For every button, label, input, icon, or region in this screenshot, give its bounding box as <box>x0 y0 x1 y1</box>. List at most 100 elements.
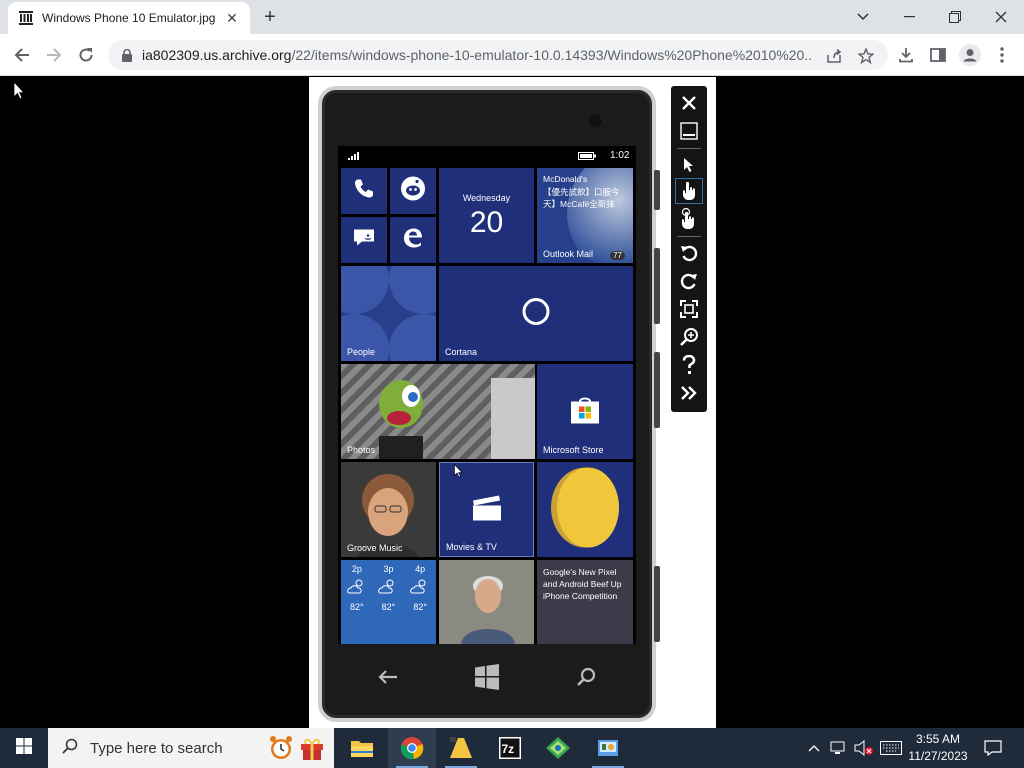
download-icon[interactable] <box>894 43 918 67</box>
volume-up-button[interactable] <box>654 170 660 210</box>
tile-news-photo[interactable] <box>439 560 534 644</box>
gift-icon <box>300 735 324 766</box>
sticky-folder-icon[interactable] <box>437 728 485 768</box>
tile-people[interactable]: People <box>341 266 436 361</box>
tile-weather[interactable]: 2p 3p 4p 82° 82° 82° <box>341 560 436 644</box>
cortana-circle-icon <box>521 296 551 331</box>
tile-calendar[interactable]: Wednesday 20 <box>439 168 534 263</box>
taskbar-clock[interactable]: 3:55 AM 11/27/2023 <box>905 731 971 765</box>
fit-to-screen-icon[interactable] <box>675 296 703 322</box>
network-icon[interactable] <box>828 728 850 768</box>
windows-taskbar: Type here to search 7z 3:55 AM 11/27/202… <box>0 728 1024 768</box>
person-photo-image <box>459 568 517 644</box>
zoom-icon[interactable] <box>675 324 703 350</box>
toolbar-separator <box>677 236 701 237</box>
calendar-day: Wednesday <box>462 193 511 203</box>
signal-icon <box>348 152 360 163</box>
forward-arrow-icon[interactable] <box>42 43 66 67</box>
address-bar[interactable]: ia802309.us.archive.org/22/items/windows… <box>108 40 888 70</box>
tile-cortana[interactable]: Cortana <box>439 266 633 361</box>
bookmark-star-icon[interactable] <box>856 46 876 66</box>
file-explorer-icon[interactable] <box>338 728 386 768</box>
minimize-icon[interactable] <box>886 0 932 34</box>
photos-label: Photos <box>347 445 376 455</box>
battery-icon <box>578 152 596 163</box>
tab-title: Windows Phone 10 Emulator.jpg <box>42 11 216 25</box>
search-icon[interactable] <box>571 662 601 692</box>
power-button[interactable] <box>654 352 660 428</box>
volume-muted-icon[interactable] <box>852 728 876 768</box>
camera-button[interactable] <box>654 566 660 642</box>
tile-messaging[interactable] <box>341 217 387 263</box>
weather-hours: 2p 3p 4p <box>341 564 436 574</box>
notification-center-icon[interactable] <box>978 728 1008 768</box>
tile-edge[interactable] <box>390 217 436 263</box>
7zip-icon[interactable]: 7z <box>486 728 534 768</box>
weather-temps: 82° 82° 82° <box>341 602 436 612</box>
emulator-toolbar <box>671 86 707 412</box>
show-hidden-icons-chevron-icon[interactable] <box>804 728 824 768</box>
toolbar-separator <box>677 148 701 149</box>
minimize-icon[interactable] <box>675 118 703 144</box>
single-touch-icon[interactable] <box>675 178 703 204</box>
url-text[interactable]: ia802309.us.archive.org/22/items/windows… <box>142 47 812 63</box>
close-window-icon[interactable] <box>978 0 1024 34</box>
browser-tab[interactable]: Windows Phone 10 Emulator.jpg ✕ <box>8 2 250 34</box>
partly-cloudy-icon <box>409 578 431 599</box>
people-label: People <box>347 347 376 357</box>
archive-favicon-icon <box>18 10 34 26</box>
keyboard-icon[interactable] <box>878 728 904 768</box>
partly-cloudy-icon <box>346 578 368 599</box>
url-path: /22/items/windows-phone-10-emulator-10.0… <box>291 47 812 63</box>
close-icon[interactable] <box>675 90 703 116</box>
lock-icon[interactable] <box>120 48 134 62</box>
more-menu-icon[interactable] <box>990 43 1014 67</box>
search-placeholder: Type here to search <box>90 739 223 757</box>
people-pattern <box>389 266 436 314</box>
expand-tools-icon[interactable] <box>675 380 703 406</box>
tile-outlook-mail[interactable]: McDonald's 【優先試飲】口服今 天】McCafé全新抹 Outlook… <box>537 168 633 263</box>
taskbar-search-box[interactable]: Type here to search <box>48 728 334 768</box>
pointer-mode-icon[interactable] <box>675 152 703 178</box>
restore-icon[interactable] <box>932 0 978 34</box>
help-icon[interactable] <box>675 352 703 378</box>
side-panel-icon[interactable] <box>926 43 950 67</box>
calendar-date: 20 <box>469 206 504 239</box>
tab-search-chevron-icon[interactable] <box>840 0 886 34</box>
tile-photos[interactable]: Photos <box>341 364 535 459</box>
profile-avatar-icon[interactable] <box>958 43 982 67</box>
tile-groove-music[interactable]: Groove Music <box>341 462 436 557</box>
puppet-image <box>371 376 431 459</box>
back-arrow-icon[interactable] <box>373 662 403 692</box>
tile-coin-game[interactable] <box>537 462 633 557</box>
phone-clock: 1:02 <box>610 150 630 161</box>
svg-text:7z: 7z <box>502 742 515 756</box>
reload-icon[interactable] <box>74 43 98 67</box>
multi-touch-icon[interactable] <box>675 206 703 232</box>
back-arrow-icon[interactable] <box>10 43 34 67</box>
chrome-icon[interactable] <box>388 728 436 768</box>
tile-news[interactable]: Google's New Pixel and Android Beef Up i… <box>537 560 633 644</box>
share-icon[interactable] <box>824 46 844 66</box>
outlook-badge: 77 <box>610 251 625 260</box>
windows-start-icon[interactable] <box>472 662 502 692</box>
control-panel-icon[interactable] <box>584 728 632 768</box>
phone-nav-bar <box>338 646 636 708</box>
tile-reddit[interactable] <box>390 168 436 214</box>
weather-hour: 4p <box>415 564 426 574</box>
weather-hour: 3p <box>383 564 394 574</box>
network-globe-icon[interactable] <box>534 728 582 768</box>
people-pattern <box>341 266 389 314</box>
volume-down-button[interactable] <box>654 248 660 324</box>
tile-phone[interactable] <box>341 168 387 214</box>
tab-close-icon[interactable]: ✕ <box>224 10 240 27</box>
outlook-preview-sender: McDonald's <box>543 174 588 184</box>
new-tab-button[interactable]: + <box>258 6 282 28</box>
weather-temp: 82° <box>381 602 396 612</box>
rotate-left-icon[interactable] <box>675 240 703 266</box>
movies-label: Movies & TV <box>446 542 497 552</box>
rotate-right-icon[interactable] <box>675 268 703 294</box>
tile-microsoft-store[interactable]: Microsoft Store <box>537 364 633 459</box>
partly-cloudy-icon <box>377 578 399 599</box>
start-button[interactable] <box>0 728 48 768</box>
